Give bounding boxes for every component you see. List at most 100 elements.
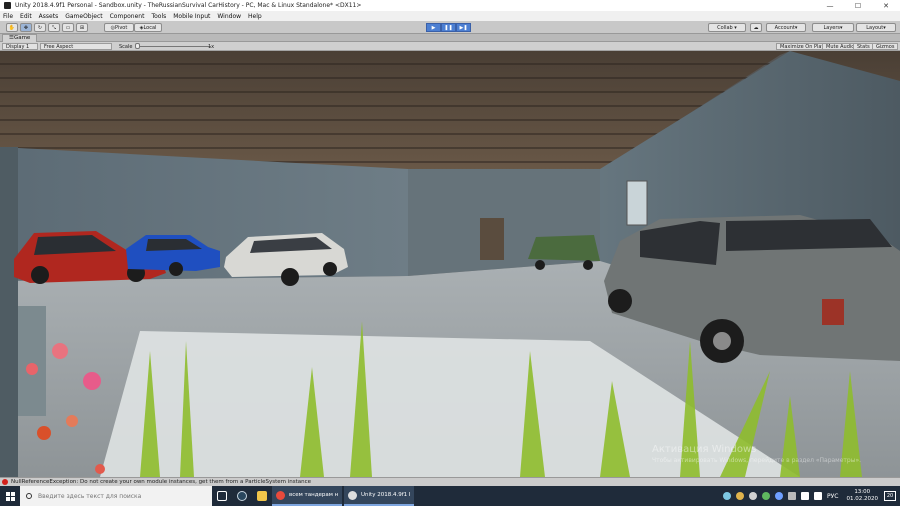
pillar-base <box>18 306 46 416</box>
game-viewport[interactable] <box>0 51 900 477</box>
steam-button[interactable] <box>232 486 252 506</box>
chevron-up-icon[interactable] <box>788 492 797 500</box>
transform-tool-button[interactable]: ⊞ <box>76 23 88 32</box>
tray-app-icon[interactable] <box>736 492 745 500</box>
language-indicator[interactable]: РУС <box>827 493 838 500</box>
rect-tool-button[interactable]: ▭ <box>62 23 74 32</box>
menu-gameobject[interactable]: GameObject <box>65 13 102 20</box>
gizmos-label: Gizmos <box>876 43 895 50</box>
notifications-button[interactable]: 20 <box>884 491 896 501</box>
cloud-icon: ☁ <box>753 24 759 31</box>
layout-dropdown[interactable]: Layout ▾ <box>856 23 896 32</box>
collab-dropdown[interactable]: Collab ▾ <box>708 23 746 32</box>
pivot-toggle[interactable]: ◎ Pivot <box>104 23 134 32</box>
maximize-on-play-toggle[interactable]: Maximize On Play <box>776 43 829 50</box>
taskbar-search[interactable] <box>20 486 212 506</box>
game-view-toolbar: Display 1 Free Aspect Scale 1x Maximize … <box>0 42 900 51</box>
menu-window[interactable]: Window <box>217 13 241 20</box>
rotate-tool-button[interactable]: ↻ <box>34 23 46 32</box>
step-button[interactable]: ▶❚ <box>456 23 471 32</box>
clock-time: 13:00 <box>854 489 871 495</box>
rotate-icon: ↻ <box>37 24 43 31</box>
cloud-button[interactable]: ☁ <box>750 23 762 32</box>
chevron-down-icon: ▾ <box>883 24 886 31</box>
menu-tools[interactable]: Tools <box>151 13 166 20</box>
watermark-line1: Активация Windows <box>652 444 757 455</box>
menu-assets[interactable]: Assets <box>39 13 59 20</box>
scale-slider-track[interactable] <box>137 46 211 47</box>
display-dropdown[interactable]: Display 1 <box>2 43 38 50</box>
menu-mobile-input[interactable]: Mobile Input <box>173 13 210 20</box>
volume-icon[interactable] <box>814 492 823 500</box>
panel-tab-bar: ☰ Game <box>0 33 900 42</box>
menu-component[interactable]: Component <box>110 13 145 20</box>
taskbar-clock[interactable]: 13:00 01.02.2020 <box>847 489 879 503</box>
aspect-label: Free Aspect <box>44 43 74 50</box>
taskbar-app-label: всем тандерам на ... <box>289 492 338 498</box>
hand-tool-button[interactable]: ✋ <box>6 23 18 32</box>
pause-button[interactable]: ❚❚ <box>441 23 456 32</box>
window-titlebar: Unity 2018.4.9f1 Personal - Sandbox.unit… <box>0 0 900 11</box>
network-icon[interactable] <box>801 492 810 500</box>
windows-logo-icon <box>5 491 15 501</box>
close-button[interactable]: ✕ <box>872 0 900 11</box>
task-view-button[interactable] <box>212 486 232 506</box>
tab-game-label: Game <box>13 35 31 41</box>
task-view-icon <box>217 491 227 501</box>
play-button[interactable]: ▶ <box>426 23 441 32</box>
tray-app-icon[interactable] <box>723 492 732 500</box>
system-tray: РУС 13:00 01.02.2020 20 <box>723 486 900 506</box>
folder-icon <box>257 491 267 501</box>
start-button[interactable] <box>0 486 20 506</box>
maximize-on-play-label: Maximize On Play <box>780 43 825 50</box>
right-window <box>626 180 648 226</box>
menu-file[interactable]: File <box>3 13 13 20</box>
play-controls: ▶ ❚❚ ▶❚ <box>426 23 471 32</box>
explorer-button[interactable] <box>252 486 272 506</box>
mute-audio-label: Mute Audio <box>826 43 855 50</box>
taskbar-app-label: Unity 2018.4.9f1 Per... <box>361 492 410 498</box>
account-label: Account <box>774 24 795 31</box>
pivot-label: Pivot <box>115 24 128 31</box>
layers-dropdown[interactable]: Layers ▾ <box>812 23 854 32</box>
main-toolbar: ✋ ✥ ↻ ⤡ ▭ ⊞ ◎ Pivot ◈ Local ▶ ❚❚ ▶❚ Collab… <box>0 21 900 34</box>
move-tool-button[interactable]: ✥ <box>20 23 32 32</box>
stats-label: Stats <box>857 43 870 50</box>
search-icon <box>26 493 32 499</box>
activation-watermark: Активация Windows Чтобы активировать Win… <box>652 444 861 464</box>
search-input[interactable] <box>38 492 198 500</box>
left-pillar <box>0 147 18 477</box>
menu-help[interactable]: Help <box>248 13 262 20</box>
scale-slider-handle[interactable] <box>135 43 140 49</box>
minimize-button[interactable]: — <box>816 0 844 11</box>
layers-label: Layers <box>823 24 841 31</box>
tray-app-icon[interactable] <box>775 492 784 500</box>
scale-tool-button[interactable]: ⤡ <box>48 23 60 32</box>
local-label: Local <box>143 24 157 31</box>
menu-edit[interactable]: Edit <box>20 13 32 20</box>
tab-game[interactable]: ☰ Game <box>2 33 38 42</box>
game-scene <box>0 51 900 477</box>
move-icon: ✥ <box>23 24 29 31</box>
unity-logo-icon <box>4 2 11 9</box>
tray-app-icon[interactable] <box>762 492 771 500</box>
console-status-bar[interactable]: NullReferenceException: Do not create yo… <box>0 477 900 486</box>
maximize-button[interactable]: ☐ <box>844 0 872 11</box>
local-toggle[interactable]: ◈ Local <box>134 23 162 32</box>
clock-date: 01.02.2020 <box>846 496 879 502</box>
watermark-line2: Чтобы активировать Windows, перейдите в … <box>652 457 862 464</box>
unity-icon <box>348 490 357 500</box>
collab-label: Collab ▾ <box>717 24 737 31</box>
account-dropdown[interactable]: Account ▾ <box>766 23 806 32</box>
window-title: Unity 2018.4.9f1 Personal - Sandbox.unit… <box>15 2 362 9</box>
tray-app-icon[interactable] <box>749 492 758 500</box>
transform-icon: ⊞ <box>79 24 85 31</box>
taskbar-app-unity[interactable]: Unity 2018.4.9f1 Per... <box>344 486 414 506</box>
layout-label: Layout <box>866 24 884 31</box>
taskbar-app-chrome[interactable]: всем тандерам на ... <box>272 486 342 506</box>
steam-icon <box>237 491 247 501</box>
gizmos-dropdown[interactable]: Gizmos <box>872 43 899 50</box>
aspect-dropdown[interactable]: Free Aspect <box>40 43 112 50</box>
notifications-count: 20 <box>886 493 894 499</box>
stats-toggle[interactable]: Stats <box>853 43 874 50</box>
